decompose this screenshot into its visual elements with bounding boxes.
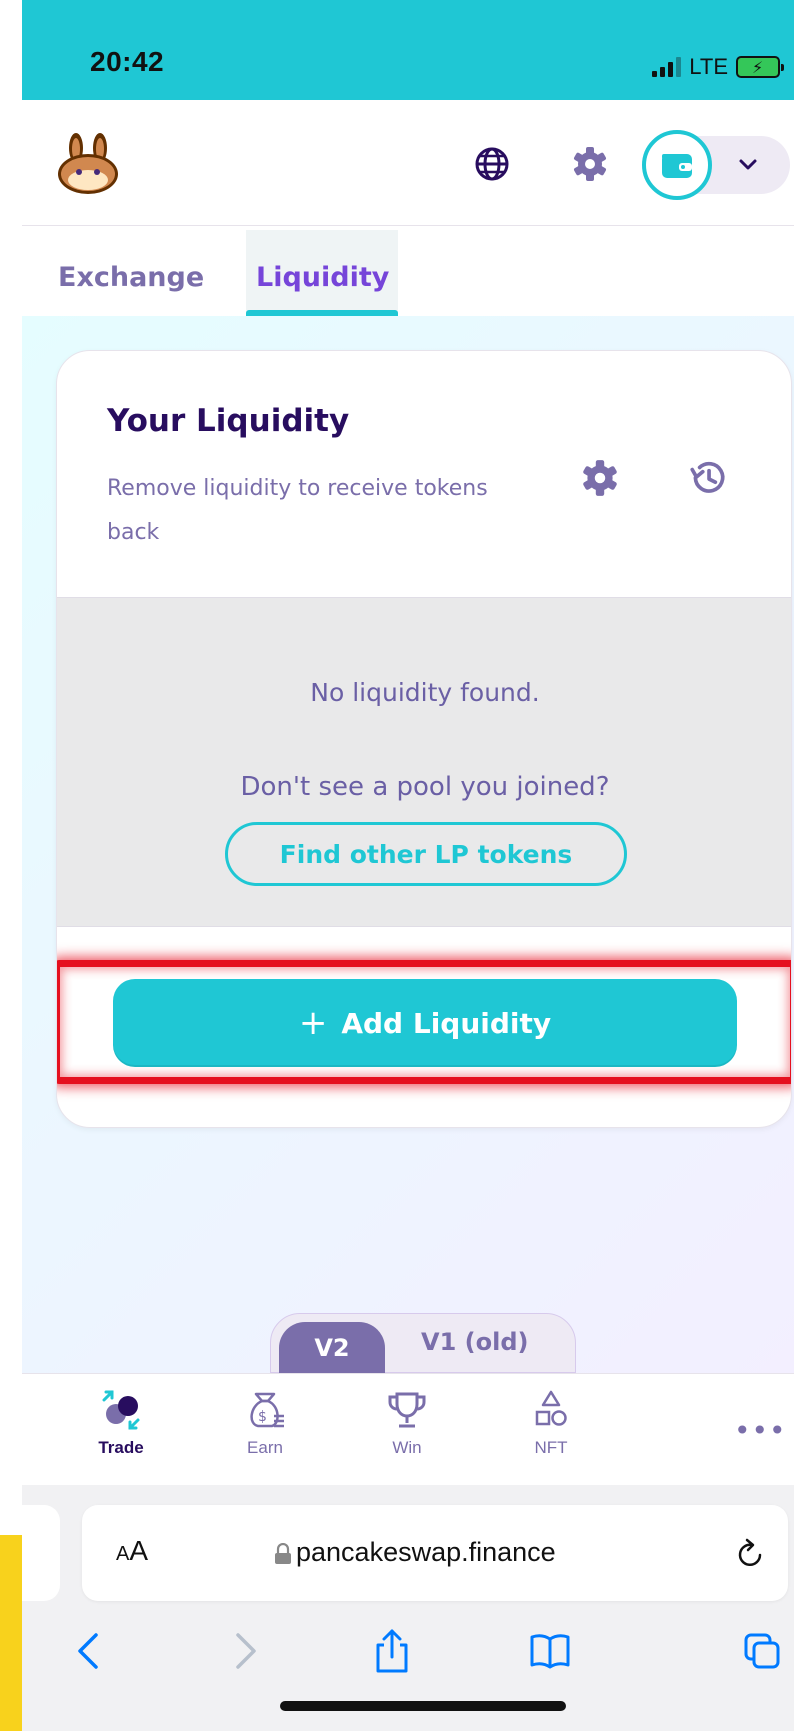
tabs-icon[interactable] (742, 1627, 786, 1675)
nav-item-earn[interactable]: $ Earn (220, 1388, 310, 1458)
sub-navigation: Exchange Liquidity (22, 226, 794, 316)
version-v1-option[interactable]: V1 (old) (421, 1328, 528, 1356)
browser-toolbar: AA pancakeswap.finance (22, 1485, 794, 1731)
share-icon[interactable] (370, 1627, 414, 1675)
status-indicators: LTE ⚡ (652, 54, 784, 80)
reload-icon[interactable] (734, 1535, 768, 1571)
nav-item-win[interactable]: Win (362, 1388, 452, 1458)
nft-shapes-icon (535, 1390, 567, 1426)
add-liquidity-label: Add Liquidity (341, 1006, 552, 1040)
pool-prompt: Don't see a pool you joined? (240, 772, 610, 802)
app-header (22, 100, 794, 226)
version-v2-option[interactable]: V2 (279, 1322, 385, 1374)
trade-icon (102, 1390, 140, 1430)
back-icon[interactable] (68, 1627, 112, 1675)
money-bag-icon: $ (250, 1392, 284, 1428)
settings-gear-icon[interactable] (579, 457, 621, 499)
svg-text:$: $ (258, 1409, 267, 1425)
version-toggle: V2 V1 (old) (270, 1313, 576, 1374)
history-icon[interactable] (687, 457, 729, 499)
wallet-button[interactable] (642, 130, 712, 200)
trophy-icon (388, 1392, 426, 1428)
liquidity-card: Your Liquidity Remove liquidity to recei… (56, 350, 792, 1128)
tab-exchange[interactable]: Exchange (58, 262, 204, 293)
left-edge-strip (0, 1535, 22, 1731)
forward-icon[interactable] (222, 1627, 266, 1675)
nav-item-nft[interactable]: NFT (506, 1388, 596, 1458)
wallet-icon (662, 154, 692, 178)
address-bar[interactable]: AA pancakeswap.finance (82, 1505, 788, 1601)
bottom-navigation: Trade $ Earn Win NFT ••• (22, 1373, 794, 1485)
nav-label-nft: NFT (534, 1438, 568, 1457)
bunny-logo[interactable] (56, 132, 122, 196)
text-size-button[interactable]: AA (116, 1535, 148, 1567)
plus-icon: + (298, 1003, 328, 1043)
nav-item-trade[interactable]: Trade (76, 1388, 166, 1458)
home-indicator (280, 1701, 566, 1711)
nav-label-win: Win (392, 1438, 422, 1457)
liquidity-list-area: No liquidity found. Don't see a pool you… (57, 597, 791, 927)
gear-icon[interactable] (570, 144, 610, 184)
bookmarks-icon[interactable] (528, 1627, 572, 1675)
card-subtitle: Remove liquidity to receive tokens back (107, 476, 488, 545)
tab-liquidity[interactable]: Liquidity (256, 262, 389, 293)
status-bar: 20:42 LTE ⚡ (22, 0, 794, 100)
lock-icon (275, 1543, 291, 1564)
globe-icon[interactable] (472, 144, 512, 184)
nav-label-trade: Trade (98, 1438, 144, 1457)
status-time: 20:42 (90, 46, 165, 77)
previous-tab-stub[interactable] (22, 1505, 60, 1601)
battery-icon: ⚡ (736, 56, 784, 78)
card-title: Your Liquidity (107, 403, 350, 439)
empty-state-message: No liquidity found. (310, 678, 540, 707)
add-liquidity-button[interactable]: + Add Liquidity (113, 979, 737, 1067)
network-label: LTE (689, 54, 728, 79)
nav-label-earn: Earn (247, 1438, 283, 1457)
more-icon[interactable]: ••• (734, 1414, 787, 1447)
url-text: pancakeswap.finance (296, 1537, 556, 1567)
find-lp-tokens-button[interactable]: Find other LP tokens (225, 822, 627, 886)
chevron-down-icon[interactable] (736, 152, 760, 176)
signal-icon (652, 57, 682, 77)
